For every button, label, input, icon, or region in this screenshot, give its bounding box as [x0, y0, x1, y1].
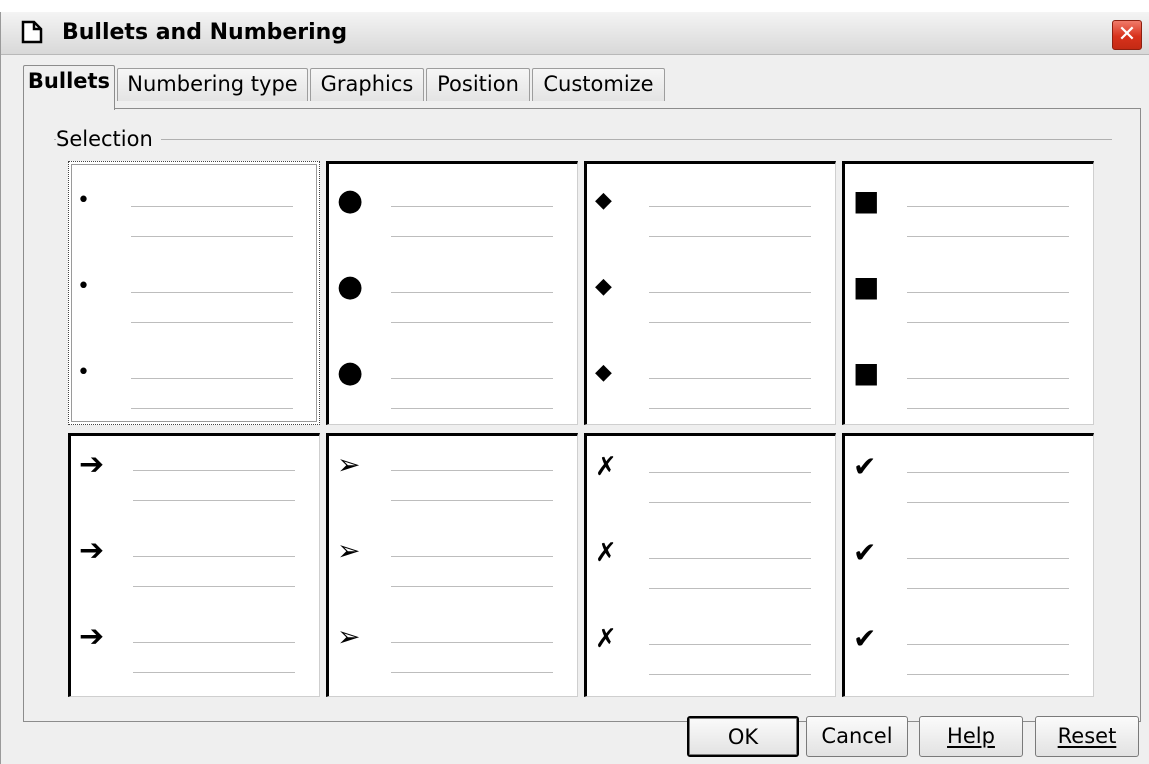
cross-mark-icon: ✗: [595, 624, 617, 654]
bullet-option-small-dot[interactable]: • • •: [68, 161, 320, 425]
bullet-style-grid: • • • ● ● ● ◆ ◆ ◆ ■ ■ ■ ➔ ➔ ➔ ➢ ➢ ➢ ✗ ✗ …: [68, 161, 1098, 701]
bullet-option-bold-arrow[interactable]: ➔ ➔ ➔: [68, 433, 320, 697]
selection-divider: [54, 139, 1112, 140]
large-dot-icon: ●: [337, 269, 364, 304]
preview-row: ◆: [587, 266, 835, 326]
preview-row: ✗: [587, 446, 835, 506]
cancel-button[interactable]: Cancel: [806, 716, 908, 757]
large-dot-icon: ●: [337, 355, 364, 390]
bullets-dialog: Bullets and Numbering ✕ Bullets Numberin…: [0, 12, 1149, 764]
title-bar[interactable]: Bullets and Numbering ✕: [1, 12, 1149, 55]
document-icon: [21, 20, 43, 44]
bullet-option-large-dot[interactable]: ● ● ●: [326, 161, 578, 425]
check-mark-icon: ✔: [853, 450, 877, 483]
preview-row: ➔: [71, 530, 319, 590]
preview-row: ✔: [845, 446, 1093, 506]
preview-row: ✗: [587, 618, 835, 678]
help-button[interactable]: Help: [919, 716, 1023, 757]
arrowhead-icon: ➢: [337, 534, 361, 567]
arrow-right-icon: ➔: [79, 533, 105, 568]
preview-row: ●: [329, 266, 577, 326]
bullet-option-arrowhead[interactable]: ➢ ➢ ➢: [326, 433, 578, 697]
arrowhead-icon: ➢: [337, 448, 361, 481]
bullets-panel: Selection • • • ● ● ● ◆ ◆ ◆ ■ ■ ■ ➔ ➔ ➔ …: [23, 108, 1141, 722]
bullet-option-check-mark[interactable]: ✔ ✔ ✔: [842, 433, 1094, 697]
preview-row: ●: [329, 180, 577, 240]
reset-button[interactable]: Reset: [1035, 716, 1139, 757]
diamond-icon: ◆: [595, 188, 612, 213]
dialog-button-bar: OK Cancel Help Reset: [1, 716, 1149, 764]
arrow-right-icon: ➔: [79, 619, 105, 654]
arrow-right-icon: ➔: [79, 447, 105, 482]
tab-bullets[interactable]: Bullets: [23, 65, 115, 110]
preview-row: ➢: [329, 616, 577, 676]
preview-row: ✔: [845, 618, 1093, 678]
preview-row: •: [69, 266, 319, 326]
arrowhead-icon: ➢: [337, 620, 361, 653]
preview-row: ■: [845, 266, 1093, 326]
preview-row: ✔: [845, 532, 1093, 592]
diamond-icon: ◆: [595, 274, 612, 299]
close-icon: ✕: [1117, 22, 1137, 47]
check-mark-icon: ✔: [853, 536, 877, 569]
preview-row: ■: [845, 352, 1093, 412]
preview-row: ➔: [71, 444, 319, 504]
bullet-option-square[interactable]: ■ ■ ■: [842, 161, 1094, 425]
small-dot-icon: •: [77, 188, 90, 213]
preview-row: •: [69, 352, 319, 412]
preview-row: •: [69, 180, 319, 240]
dialog-title: Bullets and Numbering: [62, 20, 348, 45]
close-button[interactable]: ✕: [1112, 20, 1142, 50]
square-icon: ■: [853, 184, 880, 217]
preview-row: ✗: [587, 532, 835, 592]
large-dot-icon: ●: [337, 183, 364, 218]
cross-mark-icon: ✗: [595, 452, 617, 482]
selection-label: Selection: [56, 126, 161, 152]
small-dot-icon: •: [77, 274, 90, 299]
bullet-option-cross-mark[interactable]: ✗ ✗ ✗: [584, 433, 836, 697]
preview-row: ➢: [329, 444, 577, 504]
preview-row: ➢: [329, 530, 577, 590]
cross-mark-icon: ✗: [595, 538, 617, 568]
check-mark-icon: ✔: [853, 622, 877, 655]
preview-row: ◆: [587, 180, 835, 240]
preview-row: ■: [845, 180, 1093, 240]
ok-button[interactable]: OK: [687, 716, 799, 757]
small-dot-icon: •: [77, 360, 90, 385]
diamond-icon: ◆: [595, 360, 612, 385]
square-icon: ■: [853, 356, 880, 389]
tab-numbering-type[interactable]: Numbering type: [117, 68, 308, 101]
preview-row: ➔: [71, 616, 319, 676]
tab-position[interactable]: Position: [426, 68, 530, 101]
bullet-option-diamond[interactable]: ◆ ◆ ◆: [584, 161, 836, 425]
square-icon: ■: [853, 270, 880, 303]
tab-customize[interactable]: Customize: [532, 68, 665, 101]
preview-row: ●: [329, 352, 577, 412]
preview-row: ◆: [587, 352, 835, 412]
tab-graphics[interactable]: Graphics: [310, 68, 424, 101]
